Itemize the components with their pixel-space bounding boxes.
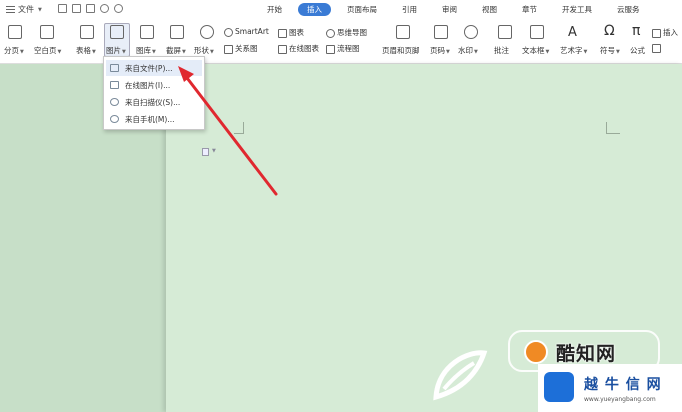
watermark-brand-text-2: 越 牛 信 网 [584, 377, 662, 393]
watermark-logo-icon [524, 340, 548, 364]
watermark-brand-text: 酷知网 [556, 343, 617, 365]
watermark-url: www.yueyangbang.com [584, 396, 656, 403]
wifi-logo-icon [544, 372, 574, 402]
watermark-leaf-logo [433, 350, 488, 401]
